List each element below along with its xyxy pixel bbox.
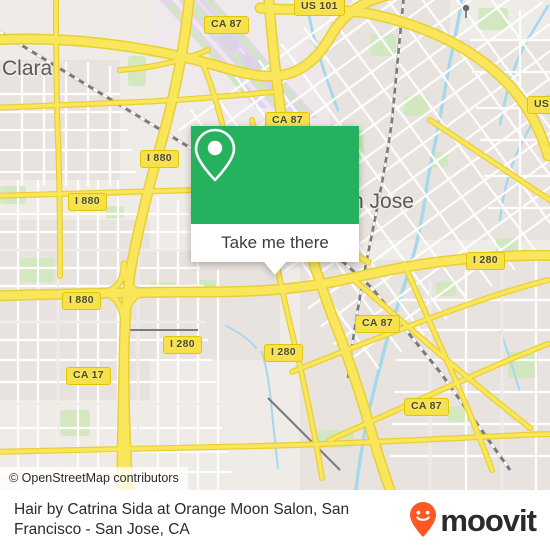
moovit-smiley-pin-icon bbox=[410, 502, 437, 537]
location-title: Hair by Catrina Sida at Orange Moon Salo… bbox=[14, 501, 350, 538]
road-shield-us101-east: US 1 bbox=[527, 96, 550, 114]
place-label-clara: Clara bbox=[2, 57, 53, 80]
road-shield-i280-center: I 280 bbox=[264, 344, 303, 362]
road-shield-i880-lower: I 880 bbox=[62, 292, 101, 310]
popup-icon-area bbox=[191, 126, 359, 224]
road-shield-ca17: CA 17 bbox=[66, 367, 111, 385]
place-label-san-jose: n Jose bbox=[352, 190, 414, 213]
take-me-there-button[interactable]: Take me there bbox=[191, 224, 359, 262]
road-shield-ca87-north: CA 87 bbox=[204, 16, 249, 34]
moovit-wordmark: moovit bbox=[440, 502, 537, 538]
footer-bar: Hair by Catrina Sida at Orange Moon Salo… bbox=[0, 490, 550, 550]
road-shield-ca87-bottom: CA 87 bbox=[404, 398, 449, 416]
road-shield-i280-left: I 280 bbox=[163, 336, 202, 354]
location-popup-card[interactable]: Take me there bbox=[191, 126, 359, 275]
moovit-logo[interactable]: moovit bbox=[408, 501, 537, 539]
road-shield-i880-upper: I 880 bbox=[140, 150, 179, 168]
take-me-there-label: Take me there bbox=[221, 233, 329, 252]
map-canvas[interactable]: Clara n Jose CA 87 US 101 CA 87 I 880 I … bbox=[0, 0, 550, 490]
road-shield-i280-east: I 280 bbox=[466, 252, 505, 270]
popup-pointer bbox=[264, 262, 286, 275]
road-shield-ca87-south: CA 87 bbox=[355, 315, 400, 333]
map-attribution[interactable]: © OpenStreetMap contributors bbox=[0, 467, 188, 490]
map-pin-icon bbox=[194, 128, 236, 182]
road-shield-i880-left: I 880 bbox=[68, 193, 107, 211]
road-shield-us101-north: US 101 bbox=[294, 0, 345, 16]
map-page: Clara n Jose CA 87 US 101 CA 87 I 880 I … bbox=[0, 0, 550, 550]
